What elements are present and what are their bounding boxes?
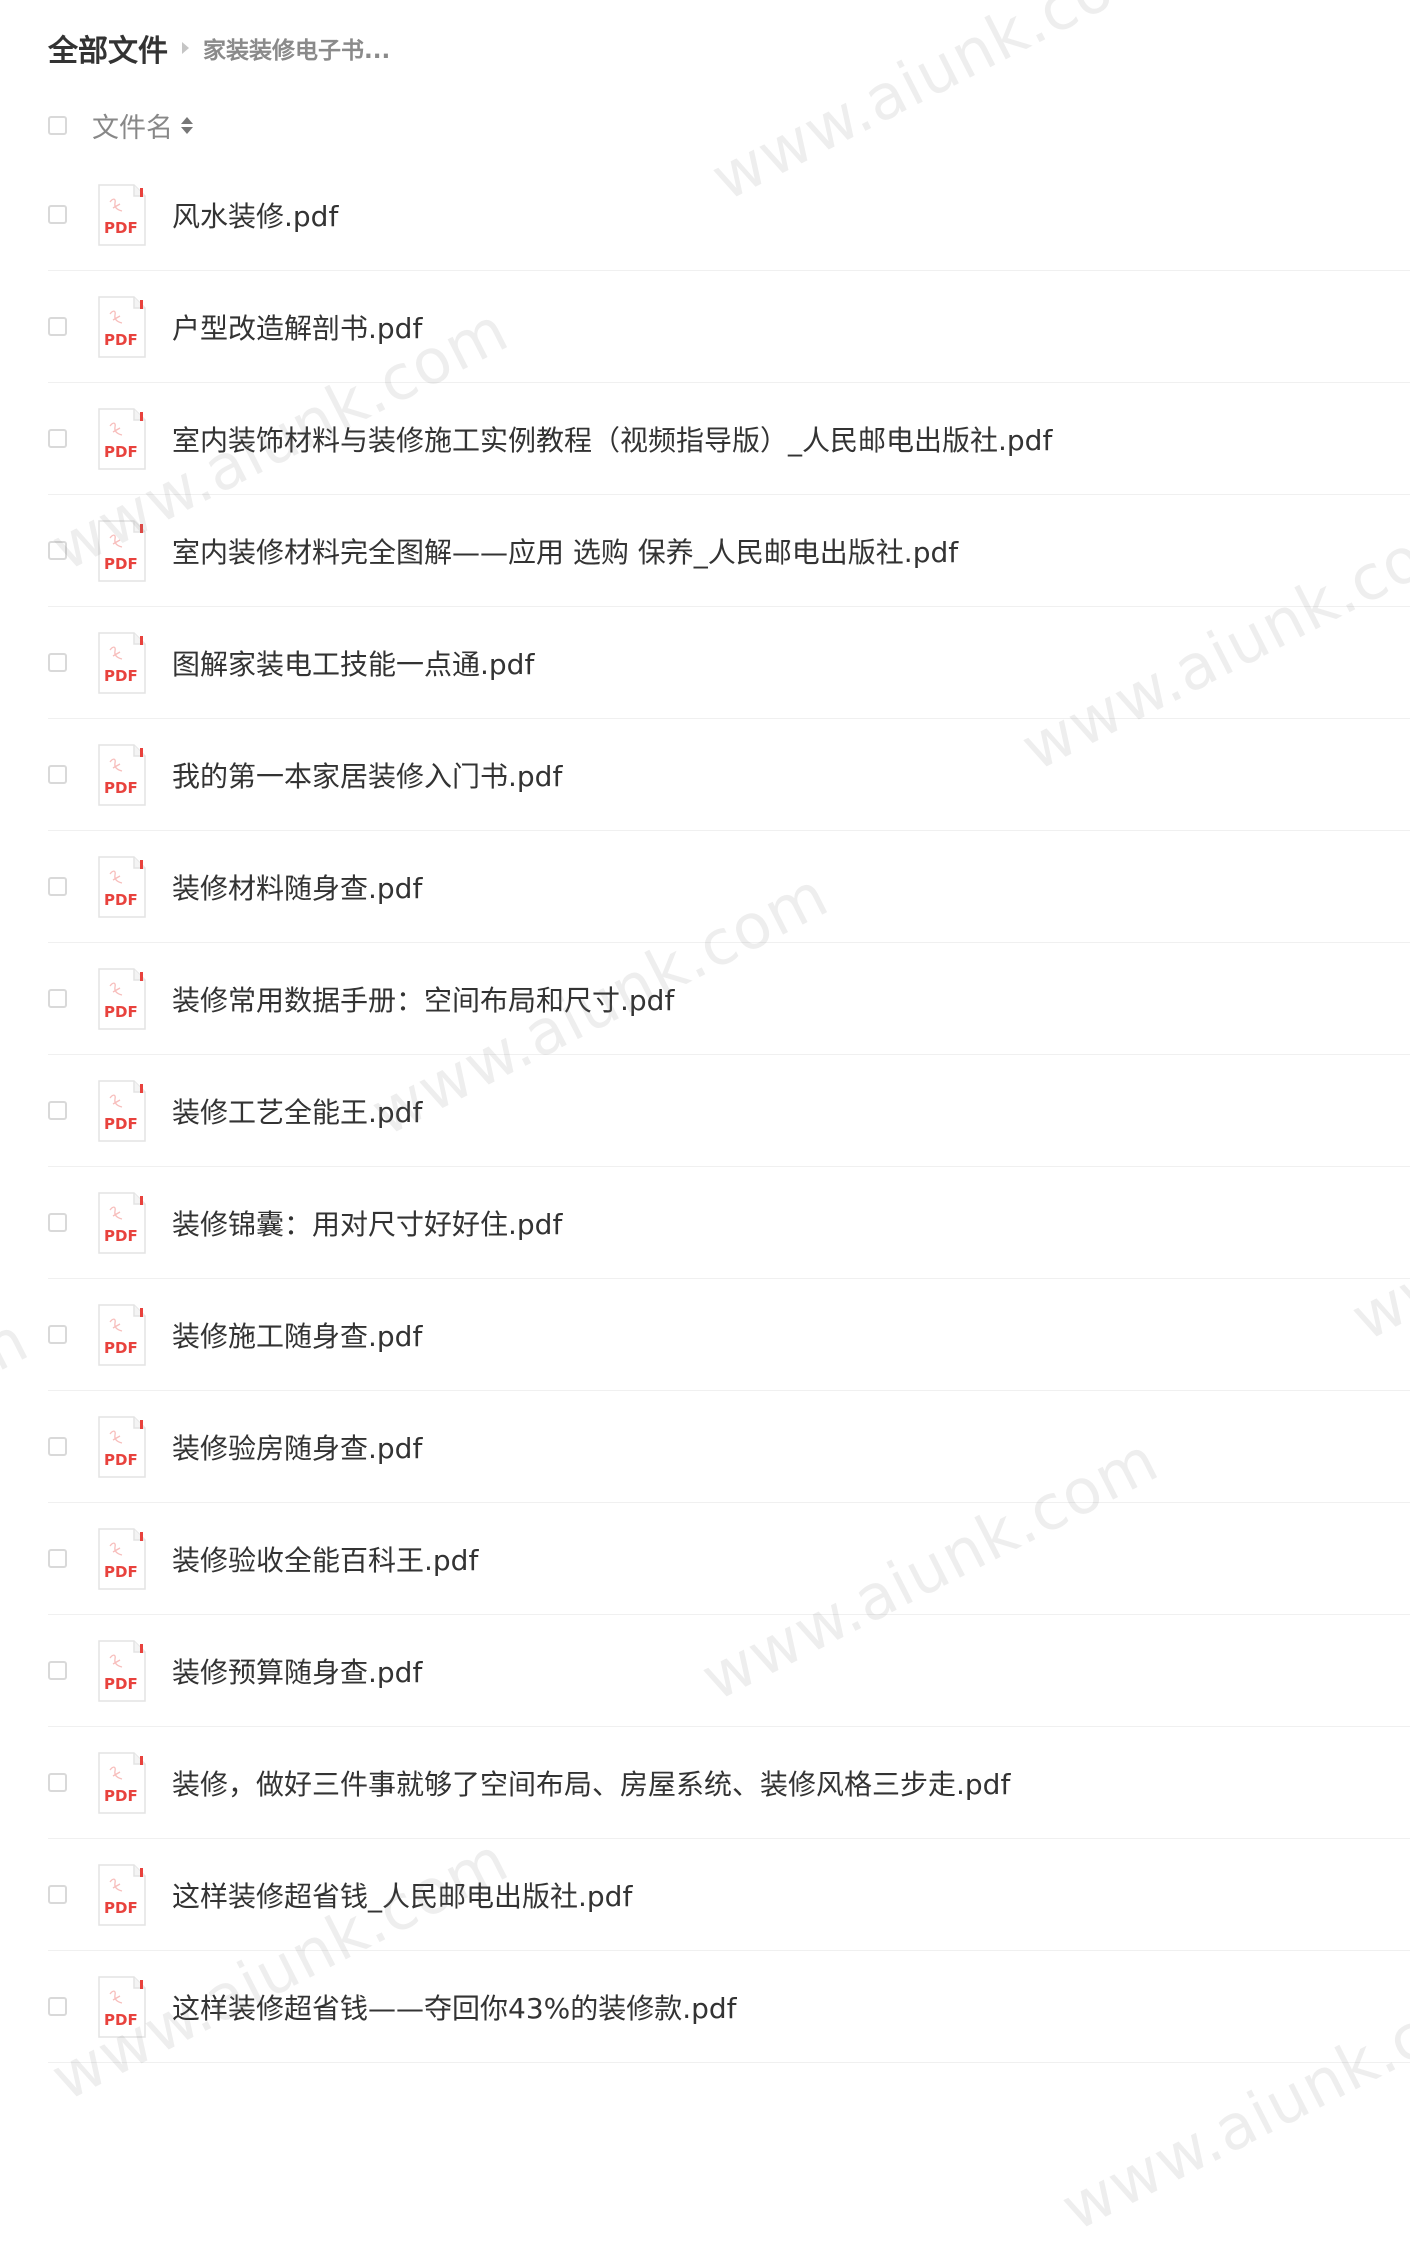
file-name[interactable]: 我的第一本家居装修入门书.pdf xyxy=(172,755,562,795)
pdf-file-icon: PDF xyxy=(96,295,146,358)
pdf-icon-label: PDF xyxy=(104,1451,138,1469)
pdf-icon-label: PDF xyxy=(104,1115,138,1133)
pdf-icon-label: PDF xyxy=(104,443,138,461)
file-name[interactable]: 室内装饰材料与装修施工实例教程（视频指导版）_人民邮电出版社.pdf xyxy=(172,419,1052,459)
pdf-file-icon: PDF xyxy=(96,519,146,582)
file-checkbox[interactable] xyxy=(48,765,67,784)
file-checkbox[interactable] xyxy=(48,653,67,672)
pdf-icon-label: PDF xyxy=(104,1003,138,1021)
pdf-file-icon: PDF xyxy=(96,855,146,918)
file-list: PDF 风水装修.pdf PDF 户型改造解剖书.pdf PDF 室内装饰材料与装修施工实… xyxy=(48,159,1410,2063)
pdf-icon-label: PDF xyxy=(104,1563,138,1581)
pdf-file-icon: PDF xyxy=(96,1191,146,1254)
file-checkbox[interactable] xyxy=(48,1661,67,1680)
pdf-file-icon: PDF xyxy=(96,743,146,806)
select-all-checkbox[interactable] xyxy=(48,116,67,135)
file-name[interactable]: 这样装修超省钱_人民邮电出版社.pdf xyxy=(172,1875,632,1915)
file-row[interactable]: PDF 室内装修材料完全图解——应用 选购 保养_人民邮电出版社.pdf xyxy=(48,495,1410,607)
file-checkbox[interactable] xyxy=(48,1549,67,1568)
breadcrumb-separator-icon xyxy=(182,42,189,54)
breadcrumb: 全部文件 家装装修电子书... xyxy=(48,26,390,70)
file-name[interactable]: 装修验收全能百科王.pdf xyxy=(172,1539,478,1579)
file-name[interactable]: 装修预算随身查.pdf xyxy=(172,1651,422,1691)
pdf-file-icon: PDF xyxy=(96,1639,146,1702)
file-row[interactable]: PDF 装修材料随身查.pdf xyxy=(48,831,1410,943)
pdf-file-icon: PDF xyxy=(96,1303,146,1366)
file-checkbox[interactable] xyxy=(48,1885,67,1904)
file-checkbox[interactable] xyxy=(48,1773,67,1792)
file-row[interactable]: PDF 装修验收全能百科王.pdf xyxy=(48,1503,1410,1615)
file-row[interactable]: PDF 户型改造解剖书.pdf xyxy=(48,271,1410,383)
column-header-label: 文件名 xyxy=(92,113,173,144)
file-name[interactable]: 图解家装电工技能一点通.pdf xyxy=(172,643,534,683)
file-row[interactable]: PDF 图解家装电工技能一点通.pdf xyxy=(48,607,1410,719)
file-checkbox[interactable] xyxy=(48,429,67,448)
pdf-file-icon: PDF xyxy=(96,1751,146,1814)
pdf-icon-label: PDF xyxy=(104,1339,138,1357)
pdf-file-icon: PDF xyxy=(96,1975,146,2038)
pdf-file-icon: PDF xyxy=(96,1079,146,1142)
file-checkbox[interactable] xyxy=(48,317,67,336)
pdf-icon-label: PDF xyxy=(104,1899,138,1917)
pdf-file-icon: PDF xyxy=(96,183,146,246)
file-name[interactable]: 风水装修.pdf xyxy=(172,195,338,235)
pdf-file-icon: PDF xyxy=(96,631,146,694)
file-row[interactable]: PDF 装修，做好三件事就够了空间布局、房屋系统、装修风格三步走.pdf xyxy=(48,1727,1410,1839)
file-name[interactable]: 装修验房随身查.pdf xyxy=(172,1427,422,1467)
file-checkbox[interactable] xyxy=(48,205,67,224)
pdf-icon-label: PDF xyxy=(104,779,138,797)
pdf-icon-label: PDF xyxy=(104,219,138,237)
file-name[interactable]: 装修材料随身查.pdf xyxy=(172,867,422,907)
file-name[interactable]: 装修施工随身查.pdf xyxy=(172,1315,422,1355)
column-header-filename[interactable]: 文件名 xyxy=(92,106,193,145)
file-row[interactable]: PDF 装修施工随身查.pdf xyxy=(48,1279,1410,1391)
pdf-icon-label: PDF xyxy=(104,331,138,349)
file-name[interactable]: 室内装修材料完全图解——应用 选购 保养_人民邮电出版社.pdf xyxy=(172,531,958,571)
file-row[interactable]: PDF 室内装饰材料与装修施工实例教程（视频指导版）_人民邮电出版社.pdf xyxy=(48,383,1410,495)
file-name[interactable]: 装修锦囊：用对尺寸好好住.pdf xyxy=(172,1203,562,1243)
sort-icon[interactable] xyxy=(181,117,193,134)
file-row[interactable]: PDF 风水装修.pdf xyxy=(48,159,1410,271)
file-checkbox[interactable] xyxy=(48,1101,67,1120)
pdf-file-icon: PDF xyxy=(96,1527,146,1590)
file-checkbox[interactable] xyxy=(48,541,67,560)
file-row[interactable]: PDF 这样装修超省钱——夺回你43%的装修款.pdf xyxy=(48,1951,1410,2063)
file-row[interactable]: PDF 我的第一本家居装修入门书.pdf xyxy=(48,719,1410,831)
breadcrumb-current-folder: 家装装修电子书... xyxy=(203,38,391,64)
pdf-file-icon: PDF xyxy=(96,1863,146,1926)
file-row[interactable]: PDF 装修常用数据手册：空间布局和尺寸.pdf xyxy=(48,943,1410,1055)
pdf-file-icon: PDF xyxy=(96,407,146,470)
file-name[interactable]: 装修，做好三件事就够了空间布局、房屋系统、装修风格三步走.pdf xyxy=(172,1763,1010,1803)
pdf-file-icon: PDF xyxy=(96,1415,146,1478)
file-checkbox[interactable] xyxy=(48,1213,67,1232)
file-checkbox[interactable] xyxy=(48,877,67,896)
watermark: www.aiunk.com xyxy=(0,1302,40,1596)
list-header: 文件名 xyxy=(48,106,1410,145)
pdf-icon-label: PDF xyxy=(104,1675,138,1693)
file-name[interactable]: 户型改造解剖书.pdf xyxy=(172,307,422,347)
file-row[interactable]: PDF 装修锦囊：用对尺寸好好住.pdf xyxy=(48,1167,1410,1279)
pdf-icon-label: PDF xyxy=(104,555,138,573)
file-name[interactable]: 装修常用数据手册：空间布局和尺寸.pdf xyxy=(172,979,674,1019)
file-row[interactable]: PDF 这样装修超省钱_人民邮电出版社.pdf xyxy=(48,1839,1410,1951)
file-row[interactable]: PDF 装修工艺全能王.pdf xyxy=(48,1055,1410,1167)
breadcrumb-root-link[interactable]: 全部文件 xyxy=(48,26,168,70)
file-checkbox[interactable] xyxy=(48,1325,67,1344)
file-checkbox[interactable] xyxy=(48,1997,67,2016)
file-name[interactable]: 这样装修超省钱——夺回你43%的装修款.pdf xyxy=(172,1987,737,2027)
file-checkbox[interactable] xyxy=(48,1437,67,1456)
pdf-icon-label: PDF xyxy=(104,667,138,685)
pdf-icon-label: PDF xyxy=(104,1227,138,1245)
file-checkbox[interactable] xyxy=(48,989,67,1008)
file-row[interactable]: PDF 装修验房随身查.pdf xyxy=(48,1391,1410,1503)
pdf-icon-label: PDF xyxy=(104,2011,138,2029)
file-name[interactable]: 装修工艺全能王.pdf xyxy=(172,1091,422,1131)
file-row[interactable]: PDF 装修预算随身查.pdf xyxy=(48,1615,1410,1727)
pdf-icon-label: PDF xyxy=(104,1787,138,1805)
pdf-icon-label: PDF xyxy=(104,891,138,909)
pdf-file-icon: PDF xyxy=(96,967,146,1030)
